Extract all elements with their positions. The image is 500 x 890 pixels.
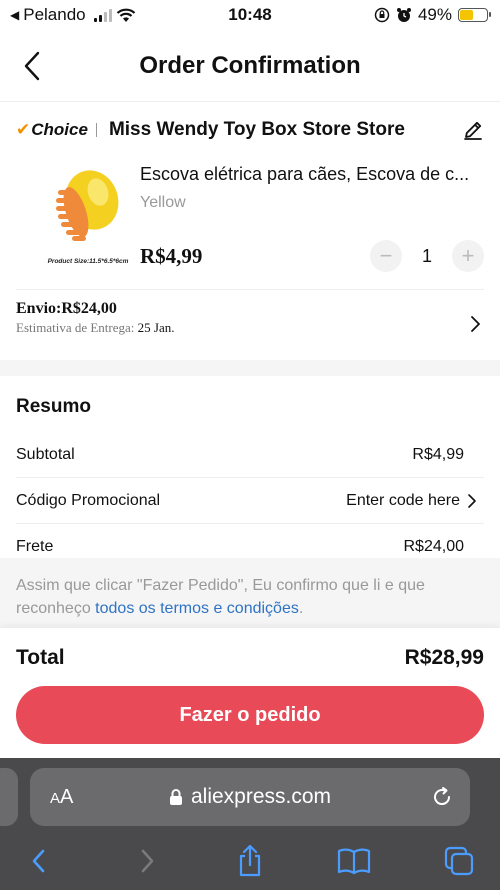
place-order-button[interactable]: Fazer o pedido	[16, 686, 484, 744]
aa-small: A	[50, 789, 61, 807]
quantity-value: 1	[421, 245, 432, 266]
share-button[interactable]	[233, 844, 267, 878]
total-label: Total	[16, 646, 65, 669]
summary-row-subtotal: Subtotal R$4,99	[16, 432, 484, 478]
promo-code-placeholder: Enter code here	[346, 491, 460, 509]
product-variant: Yellow	[140, 194, 186, 211]
status-left: ◀ Pelando	[10, 5, 170, 25]
terms-link[interactable]: todos os termos e condições	[95, 600, 299, 617]
product-price: R$4,99	[140, 244, 203, 268]
choice-label: Choice	[31, 120, 88, 139]
text-size-button[interactable]: AA	[50, 786, 73, 809]
bookmarks-button[interactable]	[337, 844, 371, 878]
delivery-estimate-date: 25 Jan.	[137, 320, 175, 335]
status-bar: ◀ Pelando 10:48 49%	[0, 0, 500, 30]
share-icon	[239, 844, 261, 877]
increment-button[interactable]: +	[452, 240, 484, 272]
chevron-right-icon	[141, 849, 154, 873]
url-display[interactable]: aliexpress.com	[169, 785, 331, 809]
wifi-icon	[116, 8, 135, 22]
previous-tab-preview[interactable]	[0, 768, 18, 826]
tabs-icon	[444, 846, 474, 876]
choice-check-icon: ✔	[16, 120, 31, 139]
product-title[interactable]: Escova elétrica para cães, Escova de c..…	[140, 164, 484, 185]
shipping-price: Envio:R$24,00	[16, 300, 117, 317]
promo-value[interactable]: Enter code here	[346, 492, 484, 510]
shipping-fee-value: R$24,00	[403, 538, 465, 555]
browser-nav-row	[0, 844, 500, 884]
terms-notice: Assim que clicar "Fazer Pedido", Eu conf…	[0, 558, 500, 628]
subtotal-value: R$4,99	[412, 445, 464, 463]
alarm-icon	[396, 8, 411, 22]
reload-icon[interactable]	[430, 785, 454, 809]
dog-brush-icon	[56, 170, 119, 241]
chevron-right-icon	[468, 493, 476, 508]
divider	[16, 289, 484, 290]
page-title: Order Confirmation	[139, 51, 361, 79]
product-card: Product Size:11.5*6.5*6cm Escova elétric…	[16, 160, 484, 288]
browser-back-button[interactable]	[22, 844, 56, 878]
rotation-lock-icon	[374, 7, 390, 23]
product-size-caption: Product Size:11.5*6.5*6cm	[47, 258, 129, 265]
address-bar[interactable]: AA aliexpress.com	[30, 768, 470, 826]
lock-icon	[169, 789, 182, 805]
choice-separator	[95, 123, 97, 137]
store-name[interactable]: Miss Wendy Toy Box Store Store	[109, 119, 405, 141]
url-text: aliexpress.com	[190, 785, 332, 808]
shipping-fee-label: Frete	[16, 538, 54, 555]
summary-heading: Resumo	[16, 396, 91, 417]
carrier-label: Pelando	[23, 5, 86, 24]
quantity-stepper: − 1 +	[370, 240, 484, 272]
chevron-left-icon[interactable]	[18, 48, 48, 84]
status-right: 49%	[374, 5, 491, 25]
order-summary: Resumo Subtotal R$4,99 Código Promociona…	[16, 376, 484, 570]
aa-big: A	[60, 785, 74, 808]
battery-icon	[458, 8, 491, 22]
store-row: ✔ Choice Miss Wendy Toy Box Store Store	[16, 112, 484, 148]
browser-forward-button[interactable]	[130, 844, 164, 878]
minus-icon: −	[379, 243, 393, 268]
chevron-left-icon	[32, 849, 45, 873]
battery-fill	[460, 10, 473, 20]
choice-badge: ✔ Choice	[16, 120, 109, 140]
signal-icon	[93, 8, 112, 22]
subtotal-label: Subtotal	[16, 445, 75, 463]
order-bar: Total R$28,99 Fazer o pedido	[0, 628, 500, 758]
page-header: Order Confirmation	[0, 30, 500, 102]
tabs-button[interactable]	[442, 844, 476, 878]
shipping-row[interactable]: Envio:R$24,00 Estimativa de Entrega: 25 …	[16, 300, 484, 350]
delivery-estimate-label: Estimativa de Entrega:	[16, 320, 135, 335]
plus-icon: +	[461, 243, 475, 268]
product-image[interactable]: Product Size:11.5*6.5*6cm	[46, 160, 130, 270]
promo-label: Código Promocional	[16, 491, 161, 509]
terms-end: .	[298, 600, 304, 617]
summary-row-promo[interactable]: Código Promocional Enter code here	[16, 478, 484, 524]
total-value: R$28,99	[404, 646, 484, 669]
pencil-icon[interactable]	[462, 119, 484, 141]
delivery-estimate: Estimativa de Entrega: 25 Jan.	[16, 320, 484, 336]
browser-toolbar: AA aliexpress.com	[0, 758, 500, 890]
back-to-app-icon[interactable]: ◀	[10, 8, 19, 22]
decrement-button[interactable]: −	[370, 240, 402, 272]
section-gap	[0, 360, 500, 376]
total-row: Total R$28,99	[16, 646, 484, 670]
book-icon	[337, 848, 371, 875]
battery-percent: 49%	[417, 5, 452, 24]
chevron-right-icon[interactable]	[468, 314, 482, 334]
